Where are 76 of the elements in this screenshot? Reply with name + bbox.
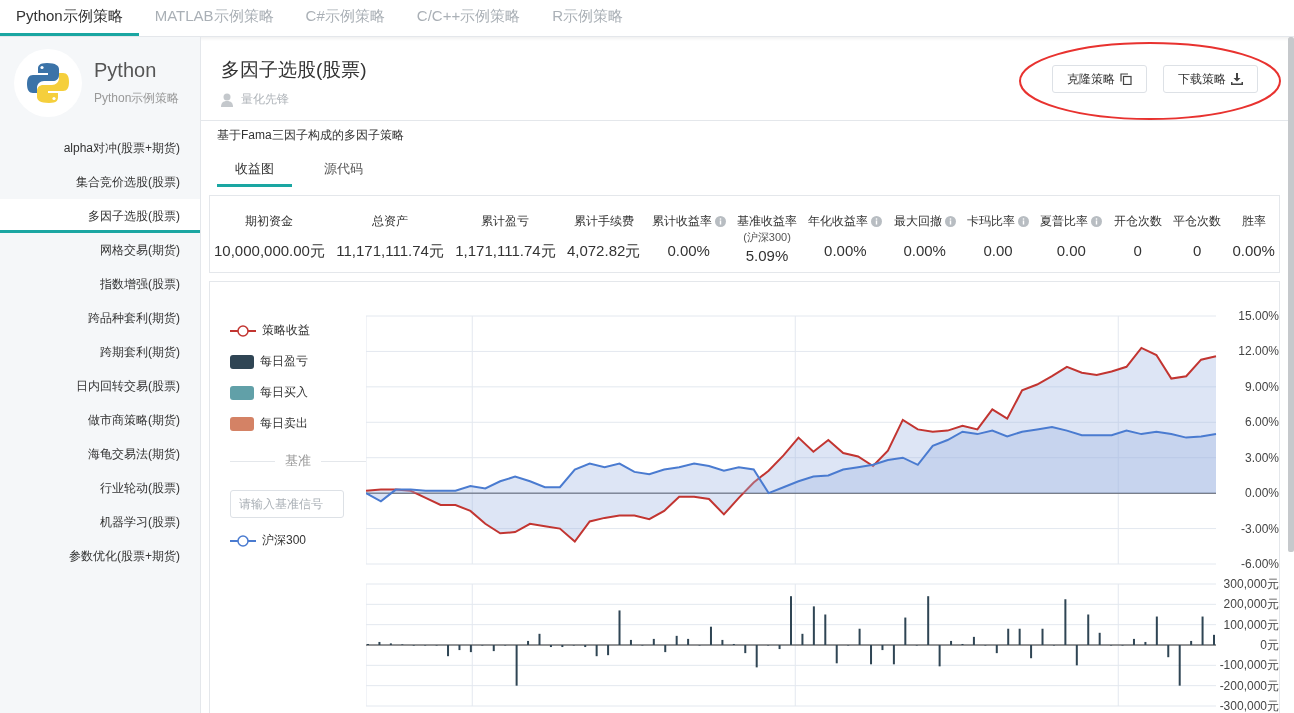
sidebar-item[interactable]: 行业轮动(股票): [0, 471, 200, 505]
sidebar-item[interactable]: 参数优化(股票+期货): [0, 539, 200, 573]
axis-label: 6.00%: [1244, 415, 1279, 430]
axis-label: -300,000元: [1219, 699, 1279, 712]
legend-label: 每日盈亏: [260, 353, 308, 370]
axis-label: -6.00%: [1240, 557, 1279, 571]
axis-label: 200,000元: [1223, 597, 1279, 612]
axis-label: -200,000元: [1219, 678, 1279, 693]
author-name: 量化先锋: [241, 91, 289, 108]
sidebar-item[interactable]: 海龟交易法(期货): [0, 437, 200, 471]
sidebar-item[interactable]: 跨品种套利(期货): [0, 301, 200, 335]
strategy-title: 多因子选股(股票): [221, 58, 367, 82]
axis-label: 3.00%: [1244, 450, 1279, 465]
stat-value: 0.00: [983, 242, 1013, 259]
language-title: Python: [94, 59, 158, 82]
stat-label: 年化收益率: [808, 212, 869, 230]
legend-label: 每日买入: [260, 384, 308, 401]
sidebar-item[interactable]: 多因子选股(股票): [0, 199, 200, 233]
stat-value: 0: [1133, 242, 1142, 259]
sidebar-item[interactable]: 集合竞价选股(股票): [0, 165, 200, 199]
axis-label: -3.00%: [1240, 521, 1279, 536]
stat-label: 卡玛比率: [967, 212, 1016, 230]
stat-label: 基准收益率: [737, 212, 797, 230]
benchmark-heading: 基准: [285, 452, 311, 470]
language-subtitle: Python示例策略: [94, 90, 180, 107]
stat-sublabel: (沪深300): [743, 230, 791, 245]
stat-value: 0.00%: [667, 242, 710, 259]
axis-label: 100,000元: [1223, 617, 1279, 632]
sidebar-item[interactable]: 跨期套利(期货): [0, 335, 200, 369]
stat-label: 胜率: [1241, 212, 1266, 230]
stat-label: 期初资金: [245, 212, 294, 230]
axis-label: 300,000元: [1223, 578, 1279, 591]
stat-label: 总资产: [372, 212, 409, 230]
stat-value: 10,000,000.00元: [214, 242, 325, 261]
stat-label: 夏普比率: [1040, 212, 1089, 230]
sidebar-item[interactable]: 机器学习(股票): [0, 505, 200, 539]
strategy-description: 基于Fama三因子构成的多因子策略: [216, 127, 405, 144]
axis-label: 0元: [1260, 638, 1279, 652]
axis-label: 12.00%: [1238, 344, 1279, 359]
download-button[interactable]: 下载策略: [1163, 65, 1258, 93]
stat-value: 0: [1192, 242, 1202, 259]
sidebar-item[interactable]: alpha对冲(股票+期货): [0, 131, 200, 165]
stat-value: 0.00: [1056, 242, 1086, 259]
sidebar-item[interactable]: 做市商策略(期货): [0, 403, 200, 437]
sidebar-item[interactable]: 日内回转交易(股票): [0, 369, 200, 403]
scrollbar[interactable]: [1288, 37, 1294, 552]
stat-value: 5.09%: [745, 247, 789, 264]
axis-label: 15.00%: [1238, 309, 1279, 323]
stat-label: 最大回撤: [893, 212, 942, 230]
stat-label: 累计盈亏: [481, 212, 530, 230]
sidebar-item[interactable]: 指数增强(股票): [0, 267, 200, 301]
stat-label: 平仓次数: [1173, 212, 1222, 230]
axis-label: 9.00%: [1244, 379, 1279, 394]
legend-label: 策略收益: [262, 322, 310, 339]
legend-label: 每日卖出: [260, 415, 308, 432]
stat-label: 累计手续费: [573, 212, 634, 230]
view-tab[interactable]: 收益图: [217, 154, 292, 187]
sidebar-item[interactable]: 网格交易(期货): [0, 233, 200, 267]
stat-label: 开仓次数: [1113, 212, 1162, 230]
download-icon: [1231, 73, 1243, 85]
stat-label: 累计收益率: [651, 212, 712, 230]
stat-value: 1,171,111.74元: [455, 242, 556, 261]
stat-value: 0.00%: [903, 242, 946, 259]
copy-icon: [1120, 73, 1132, 85]
stat-value: 11,171,111.74元: [336, 242, 444, 261]
axis-label: -100,000元: [1219, 658, 1279, 673]
benchmark-input[interactable]: 请输入基准信号: [230, 490, 344, 518]
clone-button[interactable]: 克隆策略: [1052, 65, 1147, 93]
stat-value: 0.00%: [824, 242, 867, 259]
snake-logo-icon: [27, 62, 69, 104]
stat-value: 0.00%: [1232, 242, 1275, 259]
view-tab[interactable]: 源代码: [306, 154, 381, 187]
user-icon: [221, 92, 233, 107]
stat-value: 4,072.82元: [566, 242, 641, 261]
axis-label: 0.00%: [1244, 486, 1279, 501]
legend-label: 沪深300: [262, 532, 307, 549]
